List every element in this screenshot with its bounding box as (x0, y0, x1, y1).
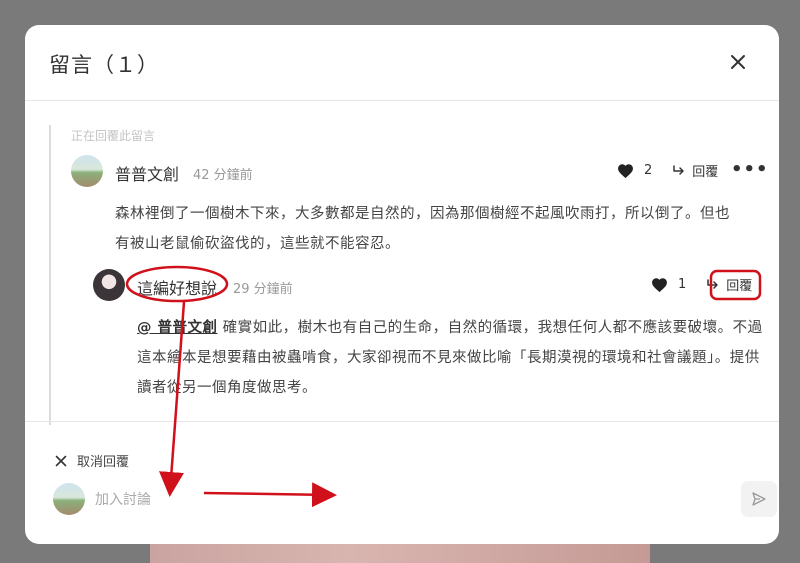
comments-modal: 留言（１） 正在回覆此留言 普普文創 42 分鐘前 2 回覆 ••• 森林裡倒了… (25, 25, 779, 544)
avatar[interactable] (93, 269, 125, 301)
heart-icon[interactable] (617, 163, 634, 179)
composer-divider (25, 421, 779, 422)
comment-composer (53, 481, 777, 521)
comment-author[interactable]: 普普文創 (115, 161, 179, 185)
more-options-button[interactable]: ••• (731, 159, 769, 180)
reply-time: 29 分鐘前 (233, 282, 293, 297)
reply-text: @ 普普文創 確實如此，樹木也有自己的生命，自然的循環，我想任何人都不應該要破壞… (137, 313, 773, 403)
send-button[interactable] (741, 481, 777, 517)
reply-arrow-icon[interactable] (706, 278, 720, 291)
modal-title: 留言（１） (49, 53, 159, 77)
like-count: 2 (644, 163, 653, 178)
reply-button[interactable]: 回覆 (726, 275, 752, 294)
comment-input[interactable] (95, 485, 695, 515)
reply-arrow-icon[interactable] (672, 164, 686, 177)
comment-text: 森林裡倒了一個樹木下來，大多數都是自然的，因為那個樹經不起風吹雨打，所以倒了。但… (115, 206, 730, 252)
comment-actions: 2 回覆 (617, 161, 718, 180)
like-count: 1 (678, 277, 687, 292)
reply-author[interactable]: 這編好想說 (137, 275, 217, 299)
avatar[interactable] (71, 155, 103, 187)
close-icon[interactable] (727, 51, 749, 73)
reply-actions: 1 回覆 (651, 275, 752, 294)
mention-link[interactable]: @ 普普文創 (137, 320, 218, 336)
comment-time: 42 分鐘前 (193, 168, 253, 183)
cancel-reply-button[interactable]: 取消回覆 (55, 451, 129, 470)
x-icon (55, 455, 67, 466)
send-icon (752, 492, 766, 506)
replying-to-label: 正在回覆此留言 (71, 129, 156, 143)
reply-button[interactable]: 回覆 (692, 161, 718, 180)
cancel-reply-label: 取消回覆 (77, 455, 130, 470)
reply-context-thread: 正在回覆此留言 普普文創 42 分鐘前 2 回覆 ••• 森林裡倒了一個樹木下來… (49, 125, 769, 425)
reply-body: 確實如此，樹木也有自己的生命，自然的循環，我想任何人都不應該要破壞。不過這本繪本… (137, 320, 763, 396)
modal-header: 留言（１） (25, 25, 779, 101)
heart-icon[interactable] (651, 277, 668, 293)
avatar (53, 483, 85, 515)
